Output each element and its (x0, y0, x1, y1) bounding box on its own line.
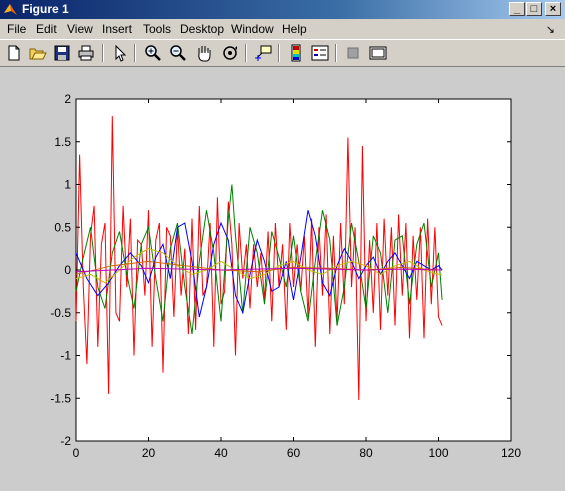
close-button[interactable]: × (545, 2, 561, 16)
y-tick-label: 0 (64, 263, 71, 277)
save-icon[interactable] (52, 43, 72, 63)
menu-file[interactable]: File (7, 22, 26, 36)
menu-insert[interactable]: Insert (102, 22, 132, 36)
data-cursor-icon[interactable] (253, 43, 273, 63)
y-tick-label: -0.5 (50, 306, 71, 320)
y-tick-label: -2 (60, 434, 71, 448)
x-tick-label: 120 (501, 446, 521, 460)
figure-canvas: 0 20 40 60 80 100 120 -2 -1.5 -1 -0.5 0 0.5 1 1.5 2 (0, 67, 565, 491)
figure-toolbar (0, 39, 565, 67)
insert-legend-icon[interactable] (310, 43, 330, 63)
x-tick-label: 100 (428, 446, 448, 460)
x-tick-label: 40 (214, 446, 228, 460)
menu-desktop[interactable]: Desktop (180, 22, 224, 36)
toolbar-separator (134, 44, 136, 62)
x-tick-label: 60 (287, 446, 301, 460)
plot-canvas[interactable]: 0 20 40 60 80 100 120 -2 -1.5 -1 -0.5 0 0.5 1 1.5 2 (0, 67, 565, 491)
rotate-3d-icon[interactable] (220, 43, 240, 63)
y-tick-label: 2 (64, 92, 71, 106)
open-file-icon[interactable] (28, 43, 48, 63)
menu-edit[interactable]: Edit (36, 22, 57, 36)
x-tick-label: 20 (142, 446, 156, 460)
dock-arrow-icon[interactable]: ↘ (546, 23, 555, 36)
y-tick-label: -1 (60, 349, 71, 363)
menu-tools[interactable]: Tools (143, 22, 171, 36)
menu-view[interactable]: View (67, 22, 93, 36)
y-tick-label: -1.5 (50, 391, 71, 405)
x-tick-label: 80 (359, 446, 373, 460)
menu-help[interactable]: Help (282, 22, 307, 36)
y-tick-label: 1.5 (54, 135, 71, 149)
edit-plot-arrow-icon[interactable] (110, 43, 130, 63)
pan-hand-icon[interactable] (194, 43, 214, 63)
print-icon[interactable] (76, 43, 96, 63)
y-tick-label: 1 (64, 178, 71, 192)
new-figure-icon[interactable] (4, 43, 24, 63)
window-title: Figure 1 (22, 2, 69, 16)
matlab-logo-icon (4, 4, 17, 15)
toolbar-separator (278, 44, 280, 62)
insert-colorbar-icon[interactable] (286, 43, 306, 63)
toolbar-separator (245, 44, 247, 62)
menu-bar: File Edit View Insert Tools Desktop Wind… (0, 19, 565, 39)
figure-window: Figure 1 _ □ × File Edit View Insert Too… (0, 0, 565, 491)
minimize-button[interactable]: _ (509, 2, 525, 16)
toolbar-separator (102, 44, 104, 62)
maximize-button[interactable]: □ (526, 2, 542, 16)
title-bar[interactable]: Figure 1 _ □ × (0, 0, 565, 19)
hide-plot-tools-icon[interactable] (343, 43, 363, 63)
x-tick-label: 0 (73, 446, 80, 460)
axes-box (75, 98, 512, 442)
toolbar-separator (335, 44, 337, 62)
zoom-out-icon[interactable] (168, 43, 188, 63)
y-tick-label: 0.5 (54, 220, 71, 234)
menu-window[interactable]: Window (231, 22, 274, 36)
zoom-in-icon[interactable] (143, 43, 163, 63)
show-plot-tools-icon[interactable] (368, 43, 388, 63)
